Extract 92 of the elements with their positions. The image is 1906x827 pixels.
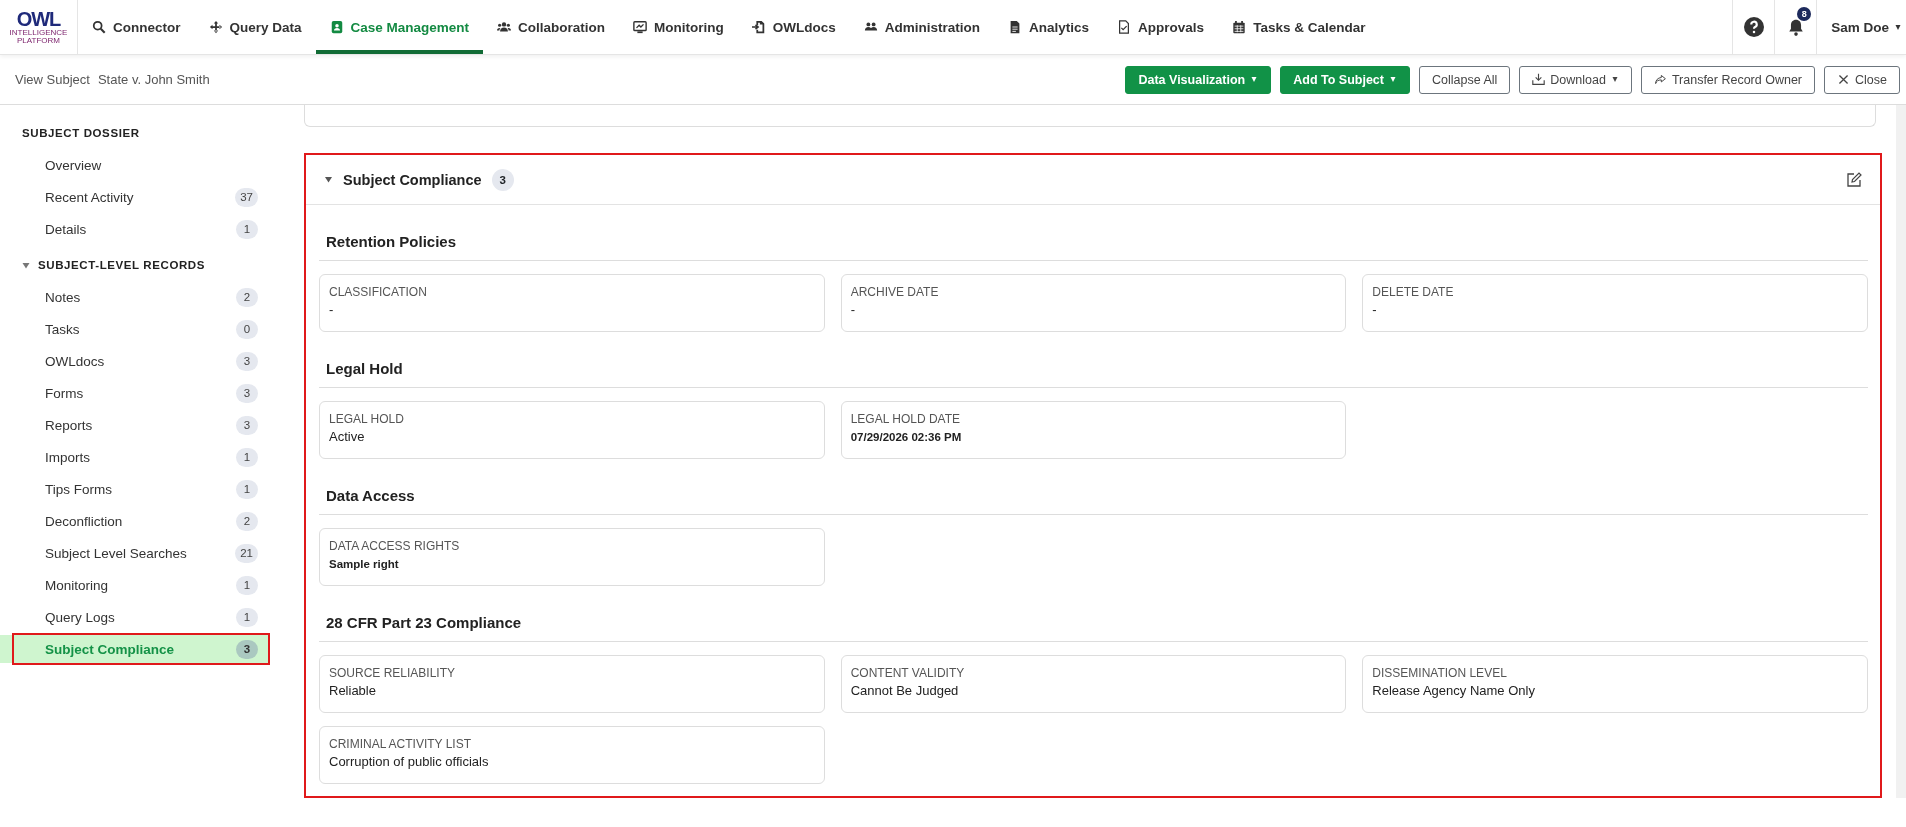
logo[interactable]: OWL INTELLIGENCE PLATFORM [0, 0, 78, 54]
toolbar-button[interactable]: Data Visualization [1125, 65, 1272, 94]
count-badge: 1 [236, 575, 258, 595]
field-label: DISSEMINATION LEVEL [1372, 666, 1508, 680]
sidebar-item[interactable]: Reports 3 [12, 409, 270, 441]
field-label: SOURCE RELIABILITY [329, 666, 457, 680]
sidebar-item[interactable]: Recent Activity 37 [12, 181, 270, 213]
users-gear-icon [863, 20, 878, 34]
toolbar-button[interactable]: Close [1824, 65, 1900, 94]
sidebar-item[interactable]: Notes 2 [12, 281, 270, 313]
users-icon [497, 20, 512, 34]
field-value: - [850, 302, 856, 317]
toolbar-button[interactable]: Download [1519, 65, 1632, 94]
field-value: - [329, 302, 335, 317]
nav-tab[interactable]: Administration [849, 0, 995, 54]
user-menu[interactable]: Sam Doe [1816, 0, 1906, 54]
caret-icon [1894, 24, 1902, 30]
field-value: Release Agency Name Only [1372, 683, 1536, 698]
section-title: Subject Compliance [343, 171, 482, 188]
sidebar-item[interactable]: Monitoring 1 [12, 569, 270, 601]
group-heading: 28 CFR Part 23 Compliance [319, 586, 1868, 642]
count-badge: 2 [236, 511, 258, 531]
sidebar-item[interactable]: Overview [12, 149, 270, 181]
nav-tab[interactable]: Query Data [194, 0, 316, 54]
field-value: Corruption of public officials [329, 754, 490, 769]
address-book-icon [329, 20, 344, 34]
sidebar-section-title: SUBJECT DOSSIER [22, 127, 140, 139]
download-tray-icon [1532, 73, 1546, 86]
notification-badge: 8 [1797, 7, 1812, 21]
sidebar-item[interactable]: Subject Level Searches 21 [12, 537, 270, 569]
field-value: - [1372, 302, 1378, 317]
count-badge: 21 [235, 543, 258, 563]
close-icon [1837, 73, 1851, 86]
calendar-icon [1232, 20, 1247, 34]
nav-tab[interactable]: Tasks & Calendar [1218, 0, 1380, 54]
field-label: CONTENT VALIDITY [850, 666, 966, 680]
field-label: LEGAL HOLD [329, 412, 405, 426]
sidebar-item[interactable]: Tasks 0 [12, 313, 270, 345]
sidebar-item[interactable]: Forms 3 [12, 377, 270, 409]
count-badge: 1 [236, 219, 258, 239]
count-badge: 1 [236, 447, 258, 467]
sidebar-section-title: SUBJECT-LEVEL RECORDS [38, 259, 206, 271]
nav-tab[interactable]: Collaboration [483, 0, 620, 54]
search-icon [92, 20, 106, 34]
field-value: Sample right [329, 558, 400, 570]
count-badge: 1 [236, 479, 258, 499]
breadcrumb-text: View Subject [15, 72, 90, 87]
field-value: 07/29/2026 02:36 PM [850, 431, 963, 443]
sidebar-item[interactable]: Deconfliction 2 [12, 505, 270, 537]
field-label: DELETE DATE [1372, 285, 1455, 299]
sidebar-item[interactable]: Imports 1 [12, 441, 270, 473]
edit-icon[interactable] [1846, 171, 1862, 188]
help-icon [1743, 17, 1764, 37]
field-label: DATA ACCESS RIGHTS [329, 539, 461, 553]
count-badge: 3 [236, 351, 258, 371]
sidebar-item[interactable]: OWLdocs 3 [12, 345, 270, 377]
field-value: Reliable [329, 683, 377, 698]
field-label: CRIMINAL ACTIVITY LIST [329, 737, 473, 751]
nav-tab[interactable]: Monitoring [619, 0, 738, 54]
toolbar-button[interactable]: Add To Subject [1280, 65, 1410, 94]
field-label: CLASSIFICATION [329, 285, 428, 299]
sidebar-item[interactable]: Tips Forms 1 [12, 473, 270, 505]
file-arrow-icon [751, 20, 766, 34]
field-label: LEGAL HOLD DATE [850, 412, 962, 426]
count-badge: 3 [236, 383, 258, 403]
nav-tab[interactable]: Analytics [994, 0, 1104, 54]
group-heading: Data Access [319, 459, 1868, 515]
field-value: Cannot Be Judged [850, 683, 960, 698]
sidebar-item[interactable]: Details 1 [12, 213, 270, 245]
field-label: ARCHIVE DATE [850, 285, 940, 299]
toolbar-button[interactable]: Transfer Record Owner [1640, 65, 1816, 94]
toolbar-button[interactable]: Collapse All [1418, 65, 1511, 94]
nav-tab[interactable]: OWLdocs [737, 0, 850, 54]
group-heading: Legal Hold [319, 332, 1868, 388]
bell-icon [1786, 18, 1805, 36]
count-badge: 3 [236, 639, 258, 659]
document-check-icon [1117, 20, 1132, 34]
move-arrows-icon [208, 20, 223, 34]
count-badge: 37 [235, 187, 258, 207]
breadcrumb-text: State v. John Smith [97, 72, 210, 87]
count-badge: 3 [236, 415, 258, 435]
count-badge: 3 [491, 168, 514, 191]
group-heading: Retention Policies [319, 205, 1868, 261]
share-arrow-icon [1653, 73, 1667, 86]
count-badge: 1 [236, 607, 258, 627]
count-badge: 0 [236, 319, 258, 339]
count-badge: 2 [236, 287, 258, 307]
sidebar-item[interactable]: Query Logs 1 [12, 601, 270, 633]
nav-tab[interactable]: Approvals [1103, 0, 1219, 54]
nav-tab[interactable]: Connector [78, 0, 195, 54]
monitor-chart-icon [633, 20, 648, 34]
field-value: Active [329, 429, 366, 444]
